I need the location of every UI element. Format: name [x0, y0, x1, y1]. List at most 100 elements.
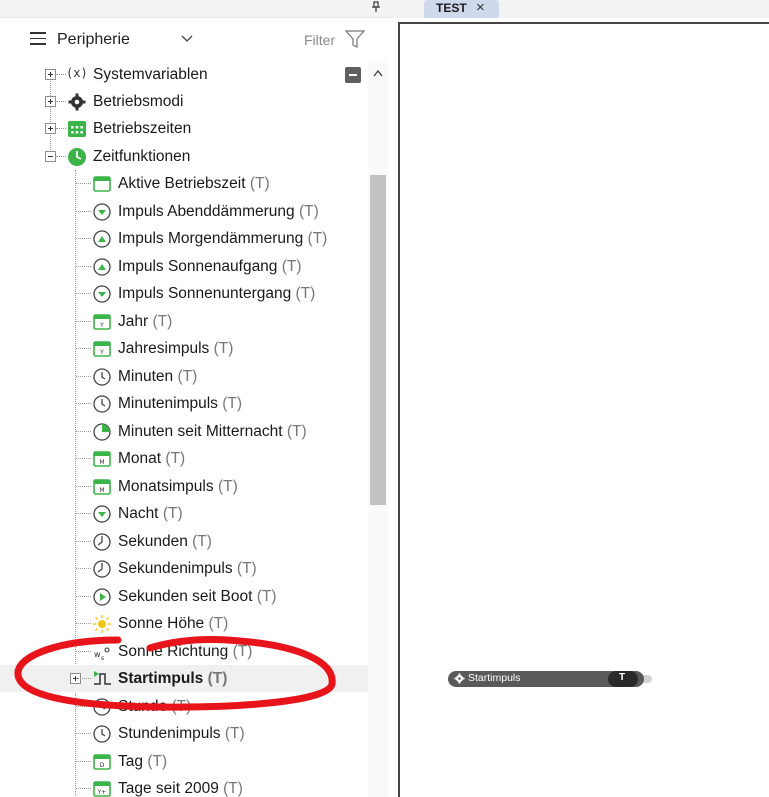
tree-item[interactable]: w s Sonne Richtung (T) — [0, 638, 368, 665]
item-tag: (T) — [298, 202, 319, 220]
item-name: Impuls Sonnenuntergang — [118, 285, 292, 302]
node-body[interactable]: Startimpuls T — [448, 671, 644, 687]
tree-item[interactable]: Sekunden seit Boot (T) — [0, 583, 368, 610]
panel-titlebar — [0, 0, 392, 18]
tab-test[interactable]: TEST × — [424, 0, 499, 18]
tree-item-systemvariablen[interactable]: (x) Systemvariablen — [0, 61, 368, 88]
filter-icon[interactable] — [345, 29, 365, 49]
calendar-day-icon: D — [93, 753, 111, 770]
item-name: Stundenimpuls — [118, 725, 221, 742]
tree-scrollbar[interactable] — [368, 60, 388, 797]
tree-item[interactable]: Minuten (T) — [0, 363, 368, 390]
tree-item[interactable]: Minuten seit Mitternacht (T) — [0, 418, 368, 445]
expand-icon[interactable] — [45, 69, 56, 80]
node-port[interactable]: T — [608, 671, 638, 687]
tree-item[interactable]: Impuls Morgendämmerung (T) — [0, 225, 368, 252]
tree-item[interactable]: Y Jahr (T) — [0, 308, 368, 335]
tree-item-betriebszeiten[interactable]: Betriebszeiten — [0, 115, 368, 142]
tree-item[interactable]: Impuls Sonnenaufgang (T) — [0, 253, 368, 280]
tree-item[interactable]: Sekundenimpuls (T) — [0, 555, 368, 582]
tree-item[interactable]: Sekunden (T) — [0, 528, 368, 555]
pulse-icon — [94, 671, 111, 685]
stopwatch-icon — [93, 560, 111, 578]
tree-item[interactable]: Y Jahresimpuls (T) — [0, 335, 368, 362]
close-icon[interactable]: × — [476, 0, 485, 16]
function-block-node[interactable]: Startimpuls T — [448, 671, 652, 687]
sunrise-icon — [93, 257, 111, 276]
tree-item-zeitfunktionen[interactable]: Zeitfunktionen — [0, 143, 368, 170]
tree-item[interactable]: Y+ Tage seit 2009 (T) — [0, 775, 368, 797]
tree-item[interactable]: Startimpuls (T) — [0, 665, 368, 692]
item-name: Jahresimpuls — [118, 340, 210, 357]
filter-label[interactable]: Filter — [304, 32, 335, 48]
hamburger-menu-icon[interactable] — [30, 32, 46, 46]
tree-item-label: Stunde (T) — [118, 698, 191, 716]
svg-text:M: M — [99, 459, 104, 466]
expand-icon[interactable] — [45, 96, 56, 107]
tree-item-label: Sonne Höhe (T) — [118, 615, 228, 633]
item-tag: (T) — [232, 642, 253, 660]
item-name: Sekundenimpuls — [118, 560, 233, 577]
night-icon — [93, 505, 111, 523]
item-tag: (T) — [147, 752, 168, 770]
item-tag: (T) — [162, 505, 183, 522]
peripherals-tree: (x) Systemvariablen Betriebsmodi Betrieb… — [0, 60, 368, 797]
clock-icon — [93, 367, 111, 386]
tree-item[interactable]: Aktive Betriebszeit (T) — [0, 170, 368, 197]
tree-item-label: Jahr (T) — [118, 313, 172, 331]
item-tag: (T) — [207, 670, 228, 687]
tree-item-label: Tag (T) — [118, 753, 167, 771]
item-tag: (T) — [152, 312, 173, 330]
item-name: Monatsimpuls — [118, 477, 214, 495]
tree-item-label: Startimpuls (T) — [118, 670, 227, 688]
item-name: Impuls Abenddämmerung — [118, 202, 295, 220]
scroll-up-icon[interactable] — [372, 68, 384, 78]
tree-item[interactable]: Stundenimpuls (T) — [0, 720, 368, 747]
tree-item[interactable]: Impuls Sonnenuntergang (T) — [0, 280, 368, 307]
pin-icon[interactable] — [371, 0, 381, 14]
tree-item[interactable]: M Monat (T) — [0, 445, 368, 472]
scroll-thumb[interactable] — [370, 175, 386, 505]
expand-icon[interactable] — [45, 123, 56, 134]
item-name: Aktive Betriebszeit — [118, 175, 246, 192]
tree-item-betriebsmodi[interactable]: Betriebsmodi — [0, 88, 368, 115]
item-name: Sekunden seit Boot — [118, 587, 253, 605]
tree-item[interactable]: M Monatsimpuls (T) — [0, 473, 368, 500]
item-name: Minuten — [118, 367, 174, 385]
calendar-days-icon: Y+ — [93, 781, 111, 797]
collapse-icon[interactable] — [45, 151, 56, 162]
item-tag: (T) — [213, 340, 234, 357]
item-tag: (T) — [208, 615, 229, 632]
chevron-down-icon[interactable] — [180, 32, 194, 46]
tree-item-label: Minuten seit Mitternacht (T) — [118, 423, 307, 441]
tree-item[interactable]: D Tag (T) — [0, 748, 368, 775]
item-name: Minuten seit Mitternacht — [118, 422, 283, 440]
tree-item-label: Minuten (T) — [118, 368, 197, 386]
tree-item-label: Jahresimpuls (T) — [118, 340, 233, 358]
calendar-year-icon: Y — [93, 313, 111, 330]
clock-icon — [93, 395, 111, 413]
item-tag: (T) — [171, 697, 192, 715]
tree-item[interactable]: Impuls Abenddämmerung (T) — [0, 198, 368, 225]
gear-icon — [68, 93, 86, 111]
svg-text:w: w — [94, 650, 101, 659]
tree-item[interactable]: Stunde (T) — [0, 693, 368, 720]
sun-icon — [93, 615, 111, 633]
tree-item-label: Betriebszeiten — [93, 120, 192, 137]
tree-item[interactable]: Minutenimpuls (T) — [0, 390, 368, 417]
tree-item-label: Stundenimpuls (T) — [118, 725, 245, 743]
panel-header: Peripherie Filter — [0, 24, 392, 58]
tree-item[interactable]: Sonne Höhe (T) — [0, 610, 368, 637]
svg-text:s: s — [101, 655, 104, 662]
clock-icon — [93, 697, 111, 716]
clock-icon — [93, 725, 111, 743]
panel-title: Peripherie — [57, 31, 130, 48]
item-name: Impuls Sonnenaufgang — [118, 257, 278, 275]
tree-item[interactable]: Nacht (T) — [0, 500, 368, 527]
item-tag: (T) — [236, 560, 257, 577]
item-name: Nacht — [118, 505, 159, 522]
collapse-all-button[interactable] — [345, 67, 361, 83]
tree-item-label: Monatsimpuls (T) — [118, 478, 238, 496]
node-port-label: T — [619, 672, 626, 683]
editor-tabbar: TEST × — [392, 0, 769, 18]
